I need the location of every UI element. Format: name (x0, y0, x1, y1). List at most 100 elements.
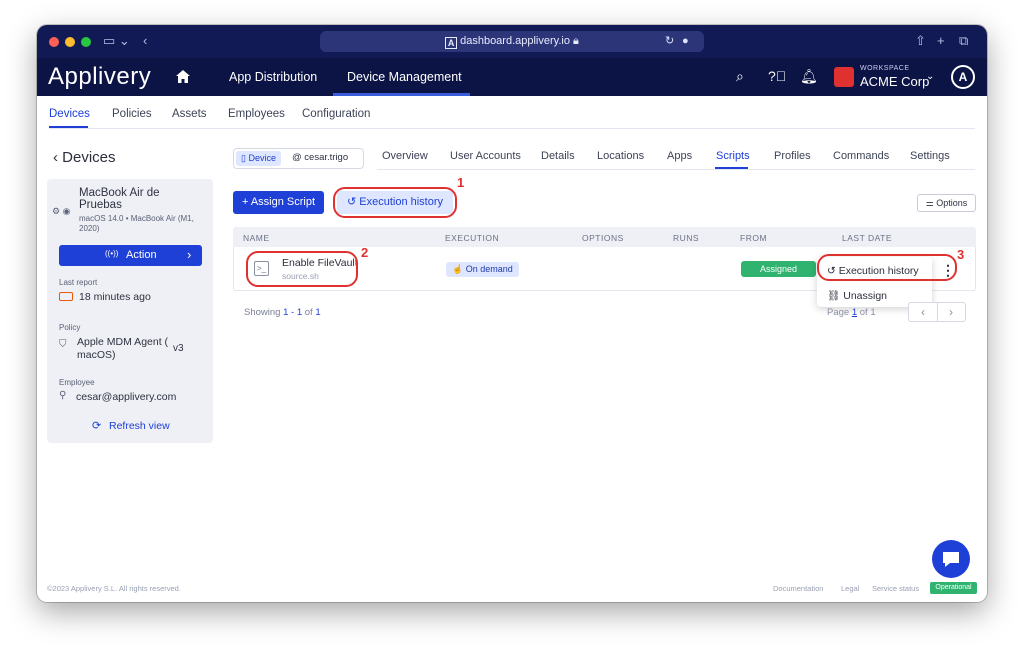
plus-icon: + (241, 196, 251, 208)
divider (937, 303, 938, 321)
column-name: NAME (243, 233, 270, 243)
last-report-label: Last report (59, 278, 98, 287)
action-label: Action (126, 249, 157, 261)
subnav-policies[interactable]: Policies (112, 108, 152, 120)
action-button[interactable]: ((•)) Action › (59, 245, 202, 266)
maximize-window-button[interactable] (81, 37, 91, 47)
column-last-date: LAST DATE (842, 233, 893, 243)
policy-name-line2[interactable]: macOS) (77, 349, 116, 361)
workspace-label: WORKSPACE (860, 65, 910, 72)
menu-unassign[interactable]: ⛓ Unassign (827, 289, 887, 302)
apple-device-icon: ⚙ ◉ (52, 206, 71, 216)
showing-label: Showing (244, 307, 281, 318)
shield-icon: ⛉ (59, 339, 67, 350)
annotation-number-1: 1 (457, 175, 465, 190)
device-tag-label: Device (248, 153, 276, 163)
app-logo[interactable]: Applivery (48, 63, 151, 91)
assign-script-label: Assign Script (250, 196, 316, 208)
device-card: ⚙ ◉ MacBook Air de Pruebas macOS 14.0 • … (47, 179, 213, 443)
subnav-devices[interactable]: Devices (49, 108, 90, 120)
back-to-devices[interactable]: ‹ Devices (53, 149, 116, 166)
page-label: Page (827, 307, 850, 318)
more-icon[interactable]: ● (682, 31, 689, 52)
site-logo-icon: A (445, 37, 458, 49)
home-icon[interactable] (175, 69, 191, 85)
divider (377, 169, 975, 170)
workspace-name[interactable]: ACME Corp (860, 74, 929, 89)
close-window-button[interactable] (49, 37, 59, 47)
options-label: Options (936, 198, 968, 208)
policy-name-line1[interactable]: Apple MDM Agent ( (77, 336, 168, 348)
new-tab-icon[interactable]: + (937, 33, 945, 48)
bell-icon[interactable]: 🔔︎ (800, 68, 818, 85)
refresh-view-link[interactable]: Refresh view (109, 420, 170, 432)
minimize-window-button[interactable] (65, 37, 75, 47)
broadcast-icon: ((•)) (105, 249, 119, 258)
tab-scripts[interactable]: Scripts (716, 150, 750, 162)
nav-app-distribution[interactable]: App Distribution (229, 70, 317, 84)
nav-device-management[interactable]: Device Management (347, 70, 462, 84)
tab-settings[interactable]: Settings (910, 150, 950, 162)
last-report-value: 18 minutes ago (79, 291, 151, 303)
back-arrow-icon[interactable]: ‹ (143, 33, 147, 48)
user-tag[interactable]: @ cesar.trigo (292, 152, 348, 163)
help-icon[interactable]: ?⃝ (768, 68, 786, 84)
footer-service-status-link[interactable]: Service status (872, 584, 919, 593)
refresh-icon: ⟳ (92, 420, 102, 432)
prev-page-button[interactable]: ‹ (921, 305, 925, 319)
tab-locations[interactable]: Locations (597, 150, 644, 162)
hand-icon: ☝ (452, 264, 466, 274)
page-total: of 1 (859, 307, 876, 318)
next-page-button[interactable]: › (949, 305, 953, 319)
device-info-line1: macOS 14.0 • MacBook Air (M1, (79, 214, 194, 223)
pagination-buttons: ‹ › (908, 302, 966, 322)
from-badge: Assigned (741, 261, 816, 277)
results-count: Showing 1 - 1 of 1 (244, 307, 321, 318)
subnav-employees[interactable]: Employees (228, 108, 285, 120)
tab-profiles[interactable]: Profiles (774, 150, 811, 162)
tab-apps[interactable]: Apps (667, 150, 692, 162)
address-bar[interactable]: Adashboard.applivery.io 🔒︎ ↻ ● (320, 31, 704, 52)
user-icon: ⚲ (59, 390, 67, 401)
divider (49, 128, 975, 129)
chevron-down-icon[interactable]: ⌄ (926, 71, 934, 82)
browser-toolbar: ▭ ⌄ ‹ Adashboard.applivery.io 🔒︎ ↻ ● ⇧ +… (37, 25, 987, 58)
employee-email[interactable]: cesar@applivery.com (76, 391, 176, 403)
footer-documentation-link[interactable]: Documentation (773, 584, 823, 593)
column-options: OPTIONS (582, 233, 624, 243)
subnav-configuration[interactable]: Configuration (302, 108, 370, 120)
column-execution: EXECUTION (445, 233, 500, 243)
annotation-highlight-2 (246, 251, 358, 287)
reload-icon[interactable]: ↻ (665, 31, 674, 52)
showing-of: of (304, 307, 313, 318)
assign-script-button[interactable]: + Assign Script (233, 191, 324, 214)
execution-label: On demand (465, 264, 513, 274)
page-title: Devices (62, 149, 116, 166)
tab-overview[interactable]: Overview (382, 150, 428, 162)
annotation-number-3: 3 (957, 247, 965, 262)
url-text: dashboard.applivery.io (460, 35, 570, 47)
showing-range: 1 - 1 (283, 307, 303, 318)
chat-button[interactable] (932, 540, 970, 578)
app-header: Applivery App Distribution Device Manage… (37, 58, 987, 96)
sliders-icon: ⚌ (925, 198, 937, 208)
search-icon[interactable]: ⌕ (736, 68, 744, 85)
tab-user-accounts[interactable]: User Accounts (450, 150, 521, 162)
tabs-overview-icon[interactable]: ⧉ (959, 33, 968, 49)
user-tag-label: cesar.trigo (304, 152, 349, 163)
tab-commands[interactable]: Commands (833, 150, 889, 162)
tab-details[interactable]: Details (541, 150, 575, 162)
avatar[interactable]: A (951, 65, 975, 89)
page-number-input[interactable]: 1 (852, 307, 857, 318)
device-tag[interactable]: ▯ Device (236, 151, 281, 166)
subnav-assets[interactable]: Assets (172, 108, 207, 120)
execution-badge: ☝ On demand (446, 262, 519, 277)
annotation-highlight-3 (817, 254, 957, 281)
chevron-left-icon: ‹ (53, 149, 63, 166)
share-icon[interactable]: ⇧ (915, 33, 926, 49)
browser-window: ▭ ⌄ ‹ Adashboard.applivery.io 🔒︎ ↻ ● ⇧ +… (37, 25, 987, 602)
footer-legal-link[interactable]: Legal (841, 584, 859, 593)
options-button[interactable]: ⚌ Options (917, 194, 976, 212)
sidebar-toggle-icon[interactable]: ▭ ⌄ (103, 33, 130, 49)
lock-icon: 🔒︎ (573, 35, 579, 47)
